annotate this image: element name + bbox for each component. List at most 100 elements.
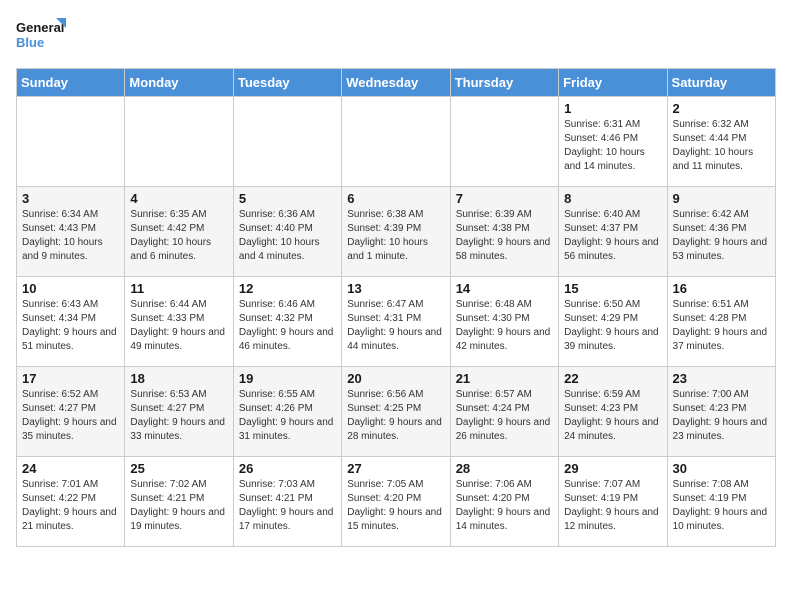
calendar-cell: 23Sunrise: 7:00 AM Sunset: 4:23 PM Dayli… <box>667 367 775 457</box>
day-info: Sunrise: 6:53 AM Sunset: 4:27 PM Dayligh… <box>130 388 227 444</box>
weekday-header: Sunday <box>17 69 125 97</box>
calendar-cell: 20 Sunrise: 6:56 AM Sunset: 4:25 PM Dayli… <box>342 367 450 457</box>
day-info: Sunrise: 6:38 AM Sunset: 4:39 PM Dayligh… <box>347 208 444 264</box>
calendar-cell <box>450 97 558 187</box>
calendar-cell: 27 Sunrise: 7:05 AM Sunset: 4:20 PM Dayli… <box>342 457 450 547</box>
day-number: 9 <box>673 191 770 206</box>
day-info: Sunrise: 7:02 AM Sunset: 4:21 PM Dayligh… <box>130 478 227 534</box>
calendar-cell <box>233 97 341 187</box>
day-number: 2 <box>673 101 770 116</box>
calendar-cell <box>342 97 450 187</box>
calendar-week-row: 24Sunrise: 7:01 AM Sunset: 4:22 PM Dayli… <box>17 457 776 547</box>
calendar-cell: 13 Sunrise: 6:47 AM Sunset: 4:31 PM Dayli… <box>342 277 450 367</box>
svg-text:General: General <box>16 20 64 35</box>
calendar-cell: 4 Sunrise: 6:35 AM Sunset: 4:42 PM Daylig… <box>125 187 233 277</box>
day-number: 8 <box>564 191 661 206</box>
day-number: 1 <box>564 101 661 116</box>
day-number: 5 <box>239 191 336 206</box>
day-number: 14 <box>456 281 553 296</box>
day-number: 29 <box>564 461 661 476</box>
day-info: Sunrise: 6:47 AM Sunset: 4:31 PM Dayligh… <box>347 298 444 354</box>
day-info: Sunrise: 6:48 AM Sunset: 4:30 PM Dayligh… <box>456 298 553 354</box>
calendar-cell: 7Sunrise: 6:39 AM Sunset: 4:38 PM Daylig… <box>450 187 558 277</box>
calendar-cell: 2 Sunrise: 6:32 AM Sunset: 4:44 PM Daylig… <box>667 97 775 187</box>
calendar-cell <box>17 97 125 187</box>
day-number: 13 <box>347 281 444 296</box>
day-number: 10 <box>22 281 119 296</box>
day-info: Sunrise: 7:01 AM Sunset: 4:22 PM Dayligh… <box>22 478 119 534</box>
day-info: Sunrise: 6:57 AM Sunset: 4:24 PM Dayligh… <box>456 388 553 444</box>
weekday-header: Monday <box>125 69 233 97</box>
day-info: Sunrise: 7:06 AM Sunset: 4:20 PM Dayligh… <box>456 478 553 534</box>
day-number: 12 <box>239 281 336 296</box>
calendar-cell: 28 Sunrise: 7:06 AM Sunset: 4:20 PM Dayli… <box>450 457 558 547</box>
day-number: 20 <box>347 371 444 386</box>
calendar-cell: 25Sunrise: 7:02 AM Sunset: 4:21 PM Dayli… <box>125 457 233 547</box>
day-number: 26 <box>239 461 336 476</box>
calendar-cell: 14 Sunrise: 6:48 AM Sunset: 4:30 PM Dayli… <box>450 277 558 367</box>
day-info: Sunrise: 6:51 AM Sunset: 4:28 PM Dayligh… <box>673 298 770 354</box>
day-number: 28 <box>456 461 553 476</box>
day-info: Sunrise: 6:34 AM Sunset: 4:43 PM Dayligh… <box>22 208 119 264</box>
day-info: Sunrise: 6:32 AM Sunset: 4:44 PM Dayligh… <box>673 118 770 174</box>
day-number: 22 <box>564 371 661 386</box>
calendar-cell <box>125 97 233 187</box>
calendar-cell: 21 Sunrise: 6:57 AM Sunset: 4:24 PM Dayli… <box>450 367 558 457</box>
calendar-week-row: 10 Sunrise: 6:43 AM Sunset: 4:34 PM Dayli… <box>17 277 776 367</box>
logo: General Blue <box>16 16 66 56</box>
day-number: 19 <box>239 371 336 386</box>
calendar-week-row: 17Sunrise: 6:52 AM Sunset: 4:27 PM Dayli… <box>17 367 776 457</box>
page-header: General Blue <box>16 16 776 56</box>
day-info: Sunrise: 6:39 AM Sunset: 4:38 PM Dayligh… <box>456 208 553 264</box>
weekday-header-row: SundayMondayTuesdayWednesdayThursdayFrid… <box>17 69 776 97</box>
day-number: 27 <box>347 461 444 476</box>
calendar-cell: 9 Sunrise: 6:42 AM Sunset: 4:36 PM Daylig… <box>667 187 775 277</box>
calendar-cell: 18 Sunrise: 6:53 AM Sunset: 4:27 PM Dayli… <box>125 367 233 457</box>
calendar-cell: 30 Sunrise: 7:08 AM Sunset: 4:19 PM Dayli… <box>667 457 775 547</box>
day-info: Sunrise: 6:56 AM Sunset: 4:25 PM Dayligh… <box>347 388 444 444</box>
day-info: Sunrise: 6:52 AM Sunset: 4:27 PM Dayligh… <box>22 388 119 444</box>
calendar-cell: 16 Sunrise: 6:51 AM Sunset: 4:28 PM Dayli… <box>667 277 775 367</box>
logo-svg: General Blue <box>16 16 66 56</box>
day-info: Sunrise: 7:08 AM Sunset: 4:19 PM Dayligh… <box>673 478 770 534</box>
day-number: 3 <box>22 191 119 206</box>
day-number: 21 <box>456 371 553 386</box>
weekday-header: Saturday <box>667 69 775 97</box>
calendar-cell: 1 Sunrise: 6:31 AM Sunset: 4:46 PM Daylig… <box>559 97 667 187</box>
day-number: 4 <box>130 191 227 206</box>
day-info: Sunrise: 7:07 AM Sunset: 4:19 PM Dayligh… <box>564 478 661 534</box>
calendar-cell: 3 Sunrise: 6:34 AM Sunset: 4:43 PM Daylig… <box>17 187 125 277</box>
day-number: 6 <box>347 191 444 206</box>
calendar-cell: 24Sunrise: 7:01 AM Sunset: 4:22 PM Dayli… <box>17 457 125 547</box>
calendar-cell: 26Sunrise: 7:03 AM Sunset: 4:21 PM Dayli… <box>233 457 341 547</box>
weekday-header: Tuesday <box>233 69 341 97</box>
day-info: Sunrise: 6:31 AM Sunset: 4:46 PM Dayligh… <box>564 118 661 174</box>
day-info: Sunrise: 6:42 AM Sunset: 4:36 PM Dayligh… <box>673 208 770 264</box>
calendar-cell: 11 Sunrise: 6:44 AM Sunset: 4:33 PM Dayli… <box>125 277 233 367</box>
day-info: Sunrise: 7:00 AM Sunset: 4:23 PM Dayligh… <box>673 388 770 444</box>
weekday-header: Thursday <box>450 69 558 97</box>
day-number: 11 <box>130 281 227 296</box>
calendar-cell: 19 Sunrise: 6:55 AM Sunset: 4:26 PM Dayli… <box>233 367 341 457</box>
day-info: Sunrise: 6:44 AM Sunset: 4:33 PM Dayligh… <box>130 298 227 354</box>
day-number: 18 <box>130 371 227 386</box>
calendar-week-row: 1 Sunrise: 6:31 AM Sunset: 4:46 PM Daylig… <box>17 97 776 187</box>
calendar-cell: 8 Sunrise: 6:40 AM Sunset: 4:37 PM Daylig… <box>559 187 667 277</box>
day-info: Sunrise: 6:59 AM Sunset: 4:23 PM Dayligh… <box>564 388 661 444</box>
day-info: Sunrise: 6:46 AM Sunset: 4:32 PM Dayligh… <box>239 298 336 354</box>
day-info: Sunrise: 6:55 AM Sunset: 4:26 PM Dayligh… <box>239 388 336 444</box>
calendar-cell: 6 Sunrise: 6:38 AM Sunset: 4:39 PM Daylig… <box>342 187 450 277</box>
day-info: Sunrise: 7:05 AM Sunset: 4:20 PM Dayligh… <box>347 478 444 534</box>
svg-text:Blue: Blue <box>16 35 44 50</box>
day-info: Sunrise: 6:43 AM Sunset: 4:34 PM Dayligh… <box>22 298 119 354</box>
day-number: 16 <box>673 281 770 296</box>
calendar-week-row: 3 Sunrise: 6:34 AM Sunset: 4:43 PM Daylig… <box>17 187 776 277</box>
calendar-cell: 12 Sunrise: 6:46 AM Sunset: 4:32 PM Dayli… <box>233 277 341 367</box>
day-number: 15 <box>564 281 661 296</box>
calendar-cell: 17Sunrise: 6:52 AM Sunset: 4:27 PM Dayli… <box>17 367 125 457</box>
weekday-header: Friday <box>559 69 667 97</box>
day-info: Sunrise: 6:40 AM Sunset: 4:37 PM Dayligh… <box>564 208 661 264</box>
day-info: Sunrise: 6:35 AM Sunset: 4:42 PM Dayligh… <box>130 208 227 264</box>
day-info: Sunrise: 6:50 AM Sunset: 4:29 PM Dayligh… <box>564 298 661 354</box>
day-number: 30 <box>673 461 770 476</box>
